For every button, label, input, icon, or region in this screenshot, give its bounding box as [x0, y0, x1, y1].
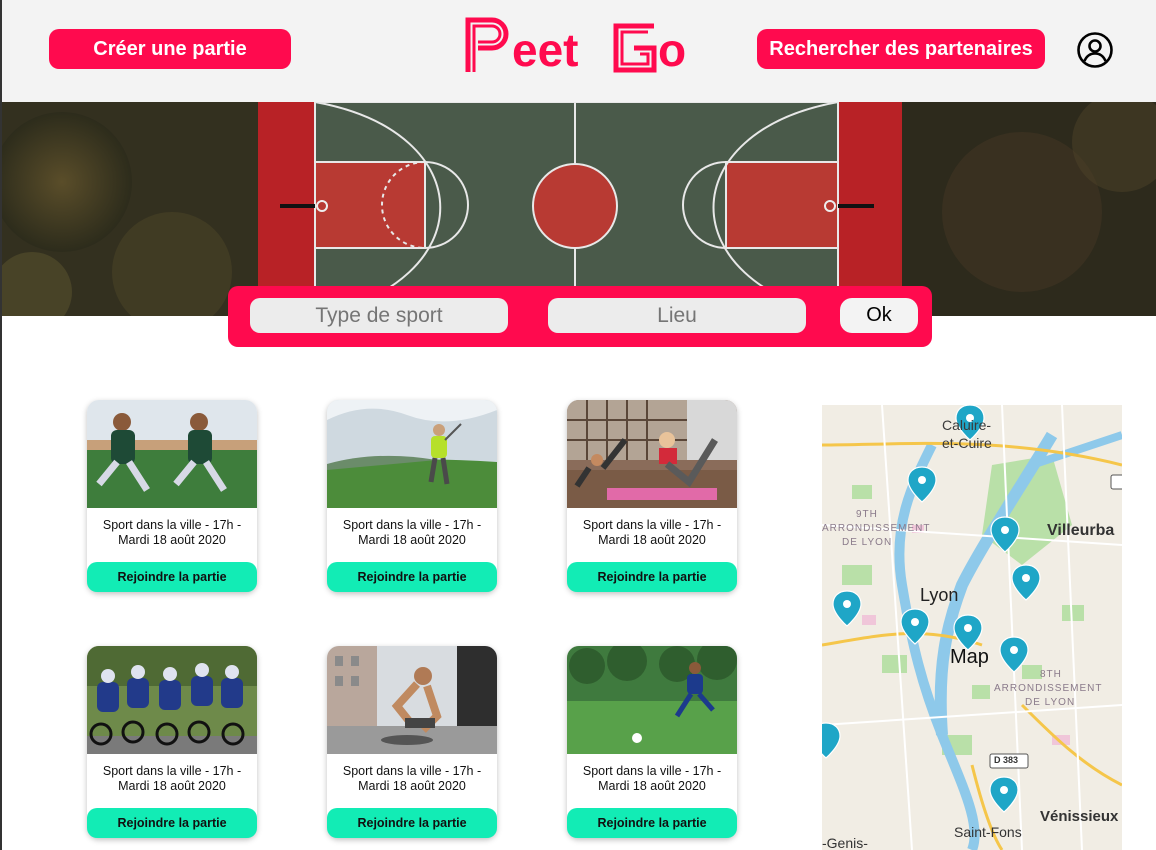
- game-card: Sport dans la ville - 17h - Mardi 18 aoû…: [87, 646, 257, 838]
- football-player-image: [87, 400, 257, 508]
- join-game-button[interactable]: Rejoindre la partie: [567, 562, 737, 592]
- game-card: Sport dans la ville - 17h - Mardi 18 aoû…: [327, 646, 497, 838]
- game-card: Sport dans la ville - 17h - Mardi 18 aoû…: [87, 400, 257, 592]
- map-title: Map: [950, 646, 989, 668]
- top-header: Créer une partie eet o Rechercher des pa…: [2, 0, 1156, 102]
- game-card: Sport dans la ville - 17h - Mardi 18 aoû…: [567, 646, 737, 838]
- user-circle-icon[interactable]: [1076, 31, 1114, 69]
- map-label-8th: 8TH: [1040, 669, 1062, 680]
- game-description: Sport dans la ville - 17h - Mardi 18 aoû…: [342, 764, 482, 793]
- runner-tying-shoes-image: [327, 646, 497, 754]
- map-label-9th: 9TH: [856, 509, 878, 520]
- game-description: Sport dans la ville - 17h - Mardi 18 aoû…: [102, 764, 242, 793]
- map-label-caluire: Caluire-: [942, 417, 992, 433]
- map-label-de-lyon-2: DE LYON: [1025, 697, 1076, 708]
- search-ok-button[interactable]: Ok: [840, 298, 918, 333]
- map-label-lyon: Lyon: [920, 585, 959, 605]
- map-label-villeurbanne: Villeurba: [1047, 522, 1115, 539]
- golfer-image: [327, 400, 497, 508]
- join-game-button[interactable]: Rejoindre la partie: [567, 808, 737, 838]
- fitness-workout-image: [567, 400, 737, 508]
- hero-basketball-court-image: [2, 102, 1156, 316]
- game-card: Sport dans la ville - 17h - Mardi 18 aoû…: [327, 400, 497, 592]
- page: Créer une partie eet o Rechercher des pa…: [0, 0, 1156, 850]
- join-game-button[interactable]: Rejoindre la partie: [327, 808, 497, 838]
- sport-type-input[interactable]: [250, 298, 508, 333]
- search-bar: Ok: [228, 286, 932, 347]
- map-label-venissieux: Vénissieux: [1040, 808, 1119, 825]
- svg-text:o: o: [658, 24, 686, 76]
- game-description: Sport dans la ville - 17h - Mardi 18 aoû…: [102, 518, 242, 547]
- map-label-saint-fons: Saint-Fons: [954, 824, 1022, 840]
- football-field-image: [567, 646, 737, 754]
- map-label-de-lyon: DE LYON: [842, 537, 893, 548]
- join-game-button[interactable]: Rejoindre la partie: [327, 562, 497, 592]
- map-road-label: D 383: [994, 755, 1019, 765]
- game-description: Sport dans la ville - 17h - Mardi 18 aoû…: [582, 518, 722, 547]
- game-description: Sport dans la ville - 17h - Mardi 18 aoû…: [342, 518, 482, 547]
- map-label-arrondissement: ARRONDISSEMENT: [822, 523, 931, 534]
- search-partners-button[interactable]: Rechercher des partenaires: [757, 29, 1045, 69]
- place-input[interactable]: [548, 298, 806, 333]
- join-game-button[interactable]: Rejoindre la partie: [87, 562, 257, 592]
- games-map[interactable]: Caluire- et-Cuire 9TH ARRONDISSEMENT DE …: [822, 405, 1122, 850]
- map-background: [822, 405, 1122, 850]
- game-description: Sport dans la ville - 17h - Mardi 18 aoû…: [582, 764, 722, 793]
- map-label-arrondissement-2: ARRONDISSEMENT: [994, 683, 1103, 694]
- map-label-genis: -Genis-: [822, 835, 868, 850]
- map-label-caluire-2: et-Cuire: [942, 435, 992, 451]
- cycling-race-image: [87, 646, 257, 754]
- game-card: Sport dans la ville - 17h - Mardi 18 aoû…: [567, 400, 737, 592]
- create-game-button[interactable]: Créer une partie: [49, 29, 291, 69]
- svg-text:eet: eet: [512, 24, 578, 76]
- peetgo-logo[interactable]: eet o: [464, 14, 696, 76]
- join-game-button[interactable]: Rejoindre la partie: [87, 808, 257, 838]
